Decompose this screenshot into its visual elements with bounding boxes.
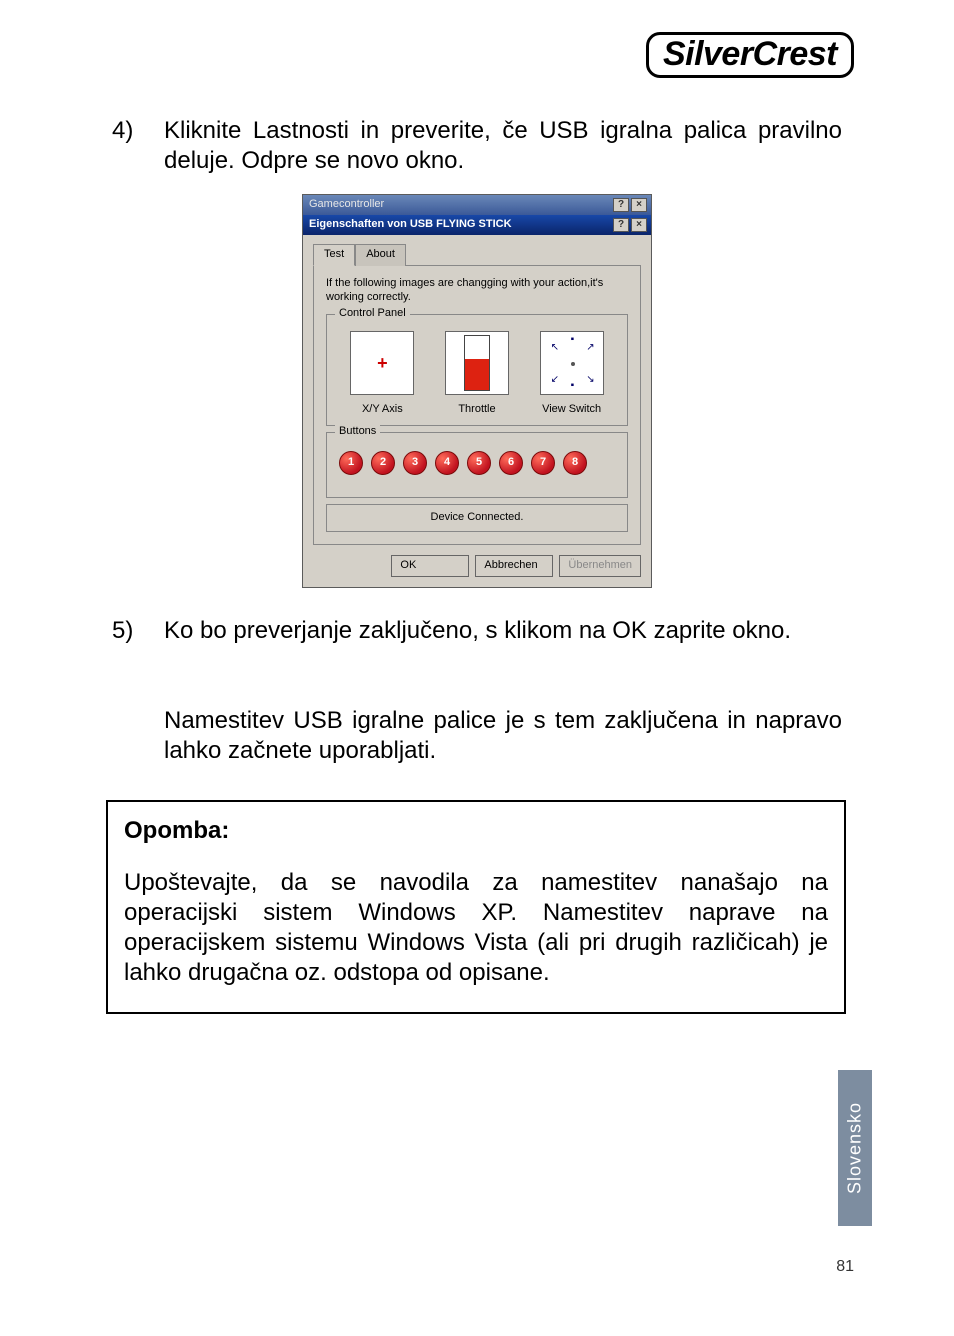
tab-panel: If the following images are changging wi… bbox=[313, 265, 641, 545]
language-side-tab: Slovensko bbox=[838, 1070, 872, 1226]
xy-axis-label: X/Y Axis bbox=[350, 403, 414, 417]
back-window-title: Gamecontroller bbox=[309, 198, 611, 212]
connection-status: Device Connected. bbox=[326, 504, 628, 532]
tab-about[interactable]: About bbox=[355, 244, 406, 266]
view-switch-control: ▪ ↖ ↗ ↙ ↘ ▪ View Switch bbox=[540, 331, 604, 417]
joystick-button-indicator: 6 bbox=[499, 451, 523, 475]
embedded-dialog-screenshot: Gamecontroller ? × Eigenschaften von USB… bbox=[112, 194, 842, 588]
tabs-row: Test About bbox=[313, 243, 641, 265]
dialog-body: Test About If the following images are c… bbox=[303, 235, 651, 587]
list-body-text: Ko bo preverjanje zaključeno, s klikom n… bbox=[164, 617, 791, 644]
list-body: Kliknite Lastnosti in preverite, če USB … bbox=[164, 116, 842, 176]
view-switch-box: ▪ ↖ ↗ ↙ ↘ ▪ bbox=[540, 331, 604, 395]
joystick-button-indicator: 1 bbox=[339, 451, 363, 475]
throttle-control: Throttle bbox=[445, 331, 509, 417]
control-panel-title: Control Panel bbox=[335, 307, 410, 321]
dialog-button-row: OK Abbrechen Übernehmen bbox=[313, 555, 641, 577]
throttle-label: Throttle bbox=[445, 403, 509, 417]
list-item-5: 5) Ko bo preverjanje zaključeno, s kliko… bbox=[112, 616, 842, 766]
buttons-group: Buttons 1 2 3 4 5 6 7 8 bbox=[326, 432, 628, 498]
joystick-properties-window: Gamecontroller ? × Eigenschaften von USB… bbox=[302, 194, 652, 588]
buttons-row: 1 2 3 4 5 6 7 8 bbox=[335, 445, 619, 489]
tab-test[interactable]: Test bbox=[313, 244, 355, 266]
help-icon[interactable]: ? bbox=[613, 218, 629, 232]
joystick-button-indicator: 8 bbox=[563, 451, 587, 475]
buttons-group-title: Buttons bbox=[335, 425, 380, 439]
note-body: Upoštevajte, da se navodila za namestite… bbox=[124, 868, 828, 988]
list-item-4: 4) Kliknite Lastnosti in preverite, če U… bbox=[112, 116, 842, 176]
brand-logo: SilverCrest bbox=[646, 32, 854, 78]
xy-axis-box: + bbox=[350, 331, 414, 395]
joystick-button-indicator: 2 bbox=[371, 451, 395, 475]
note-title: Opomba: bbox=[124, 816, 828, 846]
view-switch-label: View Switch bbox=[540, 403, 604, 417]
close-icon[interactable]: × bbox=[631, 218, 647, 232]
joystick-button-indicator: 7 bbox=[531, 451, 555, 475]
page-content: 4) Kliknite Lastnosti in preverite, če U… bbox=[112, 116, 842, 1014]
help-icon[interactable]: ? bbox=[613, 198, 629, 212]
joystick-button-indicator: 3 bbox=[403, 451, 427, 475]
throttle-fill-indicator bbox=[465, 359, 489, 391]
list-after-para: Namestitev USB igralne palice je s tem z… bbox=[164, 706, 842, 766]
apply-button[interactable]: Übernehmen bbox=[559, 555, 641, 577]
ok-button[interactable]: OK bbox=[391, 555, 469, 577]
crosshair-icon: + bbox=[377, 352, 388, 375]
list-marker: 5) bbox=[112, 616, 164, 766]
note-box: Opomba: Upoštevajte, da se navodila za n… bbox=[106, 800, 846, 1014]
front-window-title: Eigenschaften von USB FLYING STICK bbox=[309, 218, 611, 232]
list-body: Ko bo preverjanje zaključeno, s klikom n… bbox=[164, 616, 842, 766]
instruction-text: If the following images are changging wi… bbox=[326, 276, 628, 305]
page-number: 81 bbox=[836, 1258, 854, 1276]
back-window-titlebar: Gamecontroller ? × bbox=[303, 195, 651, 215]
cancel-button[interactable]: Abbrechen bbox=[475, 555, 553, 577]
throttle-box bbox=[445, 331, 509, 395]
front-window-titlebar: Eigenschaften von USB FLYING STICK ? × bbox=[303, 215, 651, 235]
joystick-button-indicator: 4 bbox=[435, 451, 459, 475]
xy-axis-control: + X/Y Axis bbox=[350, 331, 414, 417]
close-icon[interactable]: × bbox=[631, 198, 647, 212]
joystick-button-indicator: 5 bbox=[467, 451, 491, 475]
control-panel-group: Control Panel + X/Y Axis bbox=[326, 314, 628, 426]
list-marker: 4) bbox=[112, 116, 164, 176]
